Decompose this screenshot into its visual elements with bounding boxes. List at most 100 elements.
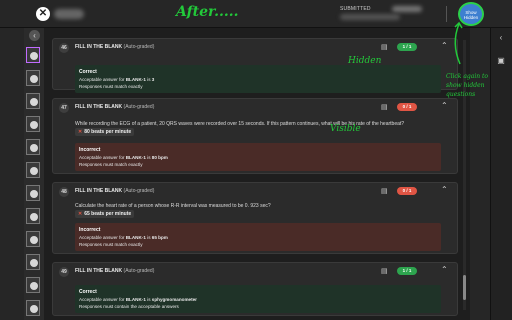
feedback-text: Acceptable answer for xyxy=(79,297,126,302)
annotation-arrow-icon xyxy=(454,21,463,65)
left-panel xyxy=(0,28,24,320)
chevron-up-icon[interactable]: ⌃ xyxy=(441,41,448,50)
question-type-label: FILL IN THE BLANK xyxy=(75,44,123,50)
feedback-rule: Responses must match exactly xyxy=(79,84,143,89)
correct-answer: 80 bpm xyxy=(151,155,168,160)
question-type: FILL IN THE BLANK (Auto-graded) xyxy=(75,44,154,50)
page-thumbnail[interactable] xyxy=(26,254,40,270)
question-header: 46 FILL IN THE BLANK (Auto-graded) ▤ 1 /… xyxy=(53,39,457,55)
feedback-rule: Responses must contain the acceptable an… xyxy=(79,304,179,309)
student-answer-text: 65 beats per minute xyxy=(84,211,132,217)
submitted-date-redacted xyxy=(392,6,422,12)
question-number: 46 xyxy=(59,43,69,53)
question-card: 49 FILL IN THE BLANK (Auto-graded) ▤ 1 /… xyxy=(52,262,458,316)
autograded-label: (Auto-graded) xyxy=(123,104,155,110)
feedback-answer-line: Acceptable answer for BLANK-1 is 3 xyxy=(79,77,437,82)
annotation-hidden: Hidden xyxy=(348,56,382,66)
blank-label: BLANK-1 xyxy=(125,297,146,302)
thumbnail-image xyxy=(30,282,38,290)
feedback-rule: Responses must match exactly xyxy=(79,242,143,247)
autograded-label: (Auto-graded) xyxy=(123,188,155,194)
scrollbar-thumb[interactable] xyxy=(463,275,466,300)
question-type: FILL IN THE BLANK (Auto-graded) xyxy=(75,104,154,110)
score-badge[interactable]: 1 / 1 xyxy=(397,267,417,275)
submission-meta-redacted xyxy=(340,14,400,20)
chevron-up-icon[interactable]: ⌃ xyxy=(441,185,448,194)
question-type: FILL IN THE BLANK (Auto-graded) xyxy=(75,188,154,194)
collapse-left-icon[interactable]: ‹ xyxy=(29,30,40,41)
thumbnail-image xyxy=(30,144,38,152)
question-header: 47 FILL IN THE BLANK (Auto-graded) ▤ 0 /… xyxy=(53,99,457,115)
feedback-answer-line: Acceptable answer for BLANK-1 is 65 bpm xyxy=(79,235,437,240)
comment-icon[interactable]: ▣ xyxy=(496,56,506,66)
page-thumbnail[interactable] xyxy=(26,162,40,178)
thumbnail-image xyxy=(30,213,38,221)
comment-icon[interactable]: ▤ xyxy=(381,43,388,51)
page-thumbnail[interactable] xyxy=(26,185,40,201)
chevron-up-icon[interactable]: ⌃ xyxy=(441,265,448,274)
question-header: 48 FILL IN THE BLANK (Auto-graded) ▤ 0 /… xyxy=(53,183,457,199)
score-badge[interactable]: 0 / 1 xyxy=(397,103,417,111)
comment-icon[interactable]: ▤ xyxy=(381,187,388,195)
feedback-box: Correct Acceptable answer for BLANK-1 is… xyxy=(75,65,441,93)
top-bar: ✕ SUBMITTED Show Hidden xyxy=(0,0,512,28)
page-thumbnail[interactable] xyxy=(26,93,40,109)
score-badge[interactable]: 1 / 1 xyxy=(397,43,417,51)
autograded-label: (Auto-graded) xyxy=(123,268,155,274)
question-type-label: FILL IN THE BLANK xyxy=(75,268,123,274)
divider xyxy=(446,6,447,22)
feedback-text: Acceptable answer for xyxy=(79,155,126,160)
feedback-text: Acceptable answer for xyxy=(79,235,126,240)
chevron-up-icon[interactable]: ⌃ xyxy=(441,101,448,110)
question-text: Calculate the heart rate of a person who… xyxy=(75,203,271,209)
annotation-after: After..... xyxy=(176,4,239,20)
correct-answer: 65 bpm xyxy=(151,235,168,240)
page-thumbnail[interactable] xyxy=(26,116,40,132)
incorrect-icon: ✕ xyxy=(78,129,83,135)
incorrect-icon: ✕ xyxy=(78,211,83,217)
question-type-label: FILL IN THE BLANK xyxy=(75,188,123,194)
question-type-label: FILL IN THE BLANK xyxy=(75,104,123,110)
feedback-box: Incorrect Acceptable answer for BLANK-1 … xyxy=(75,143,441,171)
page-thumbnail[interactable] xyxy=(26,139,40,155)
page-thumbnail[interactable] xyxy=(26,277,40,293)
student-answer-text: 80 beats per minute xyxy=(84,129,132,135)
thumbnail-image xyxy=(30,236,38,244)
feedback-rule: Responses must match exactly xyxy=(79,162,143,167)
comment-icon[interactable]: ▤ xyxy=(381,103,388,111)
thumbnail-image xyxy=(30,167,38,175)
page-thumbnail[interactable] xyxy=(26,300,40,316)
question-number: 49 xyxy=(59,267,69,277)
feedback-title: Correct xyxy=(79,289,97,295)
feedback-text: Acceptable answer for xyxy=(79,77,126,82)
page-thumbnail[interactable] xyxy=(26,47,40,63)
autograded-label: (Auto-graded) xyxy=(123,44,155,50)
correct-answer: 3 xyxy=(151,77,155,82)
feedback-title: Incorrect xyxy=(79,147,101,153)
page-thumbnail[interactable] xyxy=(26,231,40,247)
close-icon[interactable]: ✕ xyxy=(36,7,50,21)
question-card: 46 FILL IN THE BLANK (Auto-graded) ▤ 1 /… xyxy=(52,38,458,93)
thumbnail-image xyxy=(30,75,38,83)
student-name-redacted xyxy=(54,9,84,19)
blank-label: BLANK-1 xyxy=(125,155,146,160)
feedback-title: Incorrect xyxy=(79,227,101,233)
annotation-click-note: Click again to show hidden questions xyxy=(446,73,489,98)
student-answer: ✕ 80 beats per minute xyxy=(75,128,135,136)
score-badge[interactable]: 0 / 1 xyxy=(397,187,417,195)
blank-label: BLANK-1 xyxy=(125,235,146,240)
thumbnail-image xyxy=(30,98,38,106)
feedback-box: Correct Acceptable answer for BLANK-1 is… xyxy=(75,285,441,313)
blank-label: BLANK-1 xyxy=(125,77,146,82)
comment-icon[interactable]: ▤ xyxy=(381,267,388,275)
thumbnail-image xyxy=(30,121,38,129)
collapse-right-icon[interactable]: ‹ xyxy=(496,33,506,43)
student-answer: ✕ 65 beats per minute xyxy=(75,210,135,218)
feedback-answer-line: Acceptable answer for BLANK-1 is sphygmo… xyxy=(79,297,437,302)
page-thumbnail[interactable] xyxy=(26,208,40,224)
page-thumbnail[interactable] xyxy=(26,70,40,86)
annotation-visible: Visible xyxy=(330,124,361,134)
question-type: FILL IN THE BLANK (Auto-graded) xyxy=(75,268,154,274)
feedback-box: Incorrect Acceptable answer for BLANK-1 … xyxy=(75,223,441,251)
right-tool-strip xyxy=(490,28,512,320)
